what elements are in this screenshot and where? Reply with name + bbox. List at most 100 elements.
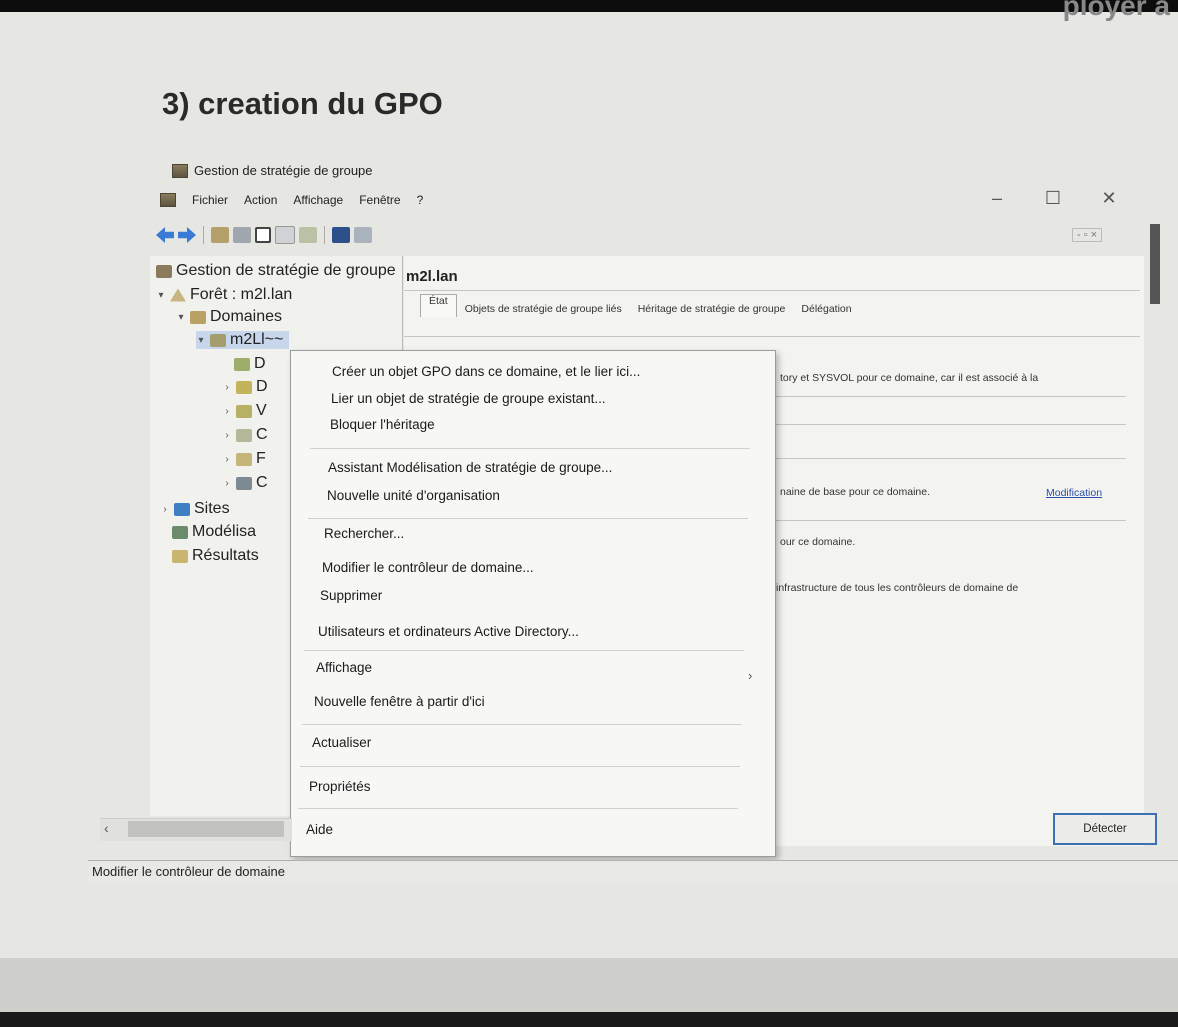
chevron-right-icon[interactable]: › xyxy=(222,478,232,489)
menu-item-link-gpo[interactable]: Lier un objet de stratégie de groupe exi… xyxy=(331,391,606,406)
tab-inheritance[interactable]: Héritage de stratégie de groupe xyxy=(630,300,794,323)
menu-item-view[interactable]: Affichage xyxy=(316,660,372,675)
help-icon[interactable] xyxy=(332,227,350,243)
title-divider xyxy=(404,290,1140,291)
tree-child-label: C xyxy=(256,474,268,491)
section-divider xyxy=(776,424,1126,425)
tree-root[interactable]: Gestion de stratégie de groupe xyxy=(156,262,396,280)
menu-item-properties[interactable]: Propriétés xyxy=(309,779,371,794)
chevron-right-icon[interactable]: › xyxy=(160,504,170,515)
tree-forest-label: Forêt : m2l.lan xyxy=(190,286,293,303)
menu-separator xyxy=(304,650,744,651)
window-title: Gestion de stratégie de groupe xyxy=(172,163,373,178)
chevron-right-icon[interactable]: › xyxy=(222,382,232,393)
minimize-button[interactable]: – xyxy=(985,188,1009,209)
tree-child[interactable]: › C xyxy=(222,426,268,444)
chevron-right-icon[interactable]: › xyxy=(222,430,232,441)
tree-domains[interactable]: ▾ Domaines xyxy=(176,308,282,326)
gpmc-icon xyxy=(156,264,172,278)
tree-modeling[interactable]: Modélisa xyxy=(172,523,256,541)
toolbar-separator xyxy=(324,226,325,244)
tabs-divider xyxy=(404,336,1140,337)
menu-item-modeling-wizard[interactable]: Assistant Modélisation de stratégie de g… xyxy=(328,460,612,475)
bottom-dark-edge xyxy=(0,1012,1178,1027)
back-arrow-icon[interactable] xyxy=(156,227,174,243)
results-icon xyxy=(172,549,188,563)
menu-item-create-gpo[interactable]: Créer un objet GPO dans ce domaine, et l… xyxy=(332,364,640,379)
modeling-icon xyxy=(172,525,188,539)
domain-icon xyxy=(210,333,226,347)
menu-item-new-window[interactable]: Nouvelle fenêtre à partir d'ici xyxy=(314,694,485,709)
baseline-text: naine de base pour ce domaine. xyxy=(780,486,931,498)
desktop-bottom-band xyxy=(0,958,1178,1012)
menu-help[interactable]: ? xyxy=(417,193,424,207)
properties-icon[interactable] xyxy=(275,226,295,244)
tree-child-label: V xyxy=(256,402,267,419)
chevron-down-icon[interactable]: ▾ xyxy=(156,290,166,301)
menu-fenetre[interactable]: Fenêtre xyxy=(359,193,400,207)
menu-item-new-ou[interactable]: Nouvelle unité d'organisation xyxy=(327,488,500,503)
modification-link[interactable]: Modification xyxy=(1046,487,1102,499)
menu-item-change-dc[interactable]: Modifier le contrôleur de domaine... xyxy=(322,560,534,575)
tab-delegation[interactable]: Délégation xyxy=(793,300,859,323)
container-icon xyxy=(236,428,252,442)
menu-item-block-inheritance[interactable]: Bloquer l'héritage xyxy=(330,417,435,432)
menu-affichage[interactable]: Affichage xyxy=(293,193,343,207)
top-black-edge xyxy=(0,0,1178,12)
tree-domain-selected[interactable]: ▾ m2Ll~~ xyxy=(196,331,290,349)
tree-sites[interactable]: › Sites xyxy=(160,500,229,518)
gpmc-app-icon xyxy=(172,163,188,178)
section-divider xyxy=(776,396,1126,397)
menu-separator xyxy=(308,518,748,519)
tree-modeling-label: Modélisa xyxy=(192,523,257,540)
maximize-button[interactable]: ☐ xyxy=(1041,188,1065,209)
menu-item-refresh[interactable]: Actualiser xyxy=(312,735,371,750)
section-divider xyxy=(776,458,1126,459)
menu-separator xyxy=(298,808,738,809)
scroll-thumb[interactable] xyxy=(128,821,284,837)
details-title: m2l.lan xyxy=(406,268,458,285)
tree-child-label: D xyxy=(254,355,266,372)
menu-item-search[interactable]: Rechercher... xyxy=(324,526,404,541)
tree-child[interactable]: › D xyxy=(222,378,268,396)
mdi-controls[interactable]: - ▫ × xyxy=(1072,228,1103,242)
ou-icon xyxy=(236,380,252,394)
domains-icon xyxy=(190,310,206,324)
export-list-icon[interactable] xyxy=(299,227,317,243)
chevron-down-icon[interactable]: ▾ xyxy=(176,312,186,323)
tree-child-label: C xyxy=(256,426,268,443)
tree-child[interactable]: D xyxy=(234,355,266,373)
detect-button[interactable]: Détecter xyxy=(1053,813,1157,845)
close-button[interactable]: ✕ xyxy=(1097,188,1121,209)
tree-child-label: D xyxy=(256,378,268,395)
section-divider xyxy=(776,520,1126,521)
tree-child[interactable]: › V xyxy=(222,402,267,420)
scroll-left-arrow-icon[interactable]: ‹ xyxy=(104,820,109,836)
menu-action[interactable]: Action xyxy=(244,193,277,207)
domain-info-text: our ce domaine. xyxy=(780,536,856,548)
menu-item-delete[interactable]: Supprimer xyxy=(320,588,382,603)
tree-child[interactable]: › F xyxy=(222,450,265,468)
page-scrollbar[interactable] xyxy=(1150,224,1160,304)
new-window-icon[interactable] xyxy=(255,227,271,243)
status-text: Modifier le contrôleur de domaine xyxy=(92,864,285,879)
gpo-link-icon xyxy=(234,357,250,371)
tab-etat[interactable]: État xyxy=(420,294,457,317)
chevron-down-icon[interactable]: ▾ xyxy=(196,335,206,346)
menu-item-help[interactable]: Aide xyxy=(306,822,333,837)
chevron-right-icon[interactable]: › xyxy=(222,454,232,465)
tree-domains-label: Domaines xyxy=(210,308,283,325)
console-view-icon[interactable] xyxy=(354,227,372,243)
tab-linked-gpos[interactable]: Objets de stratégie de groupe liés xyxy=(457,300,630,323)
menu-item-aduc[interactable]: Utilisateurs et ordinateurs Active Direc… xyxy=(318,624,579,639)
tree-results[interactable]: Résultats xyxy=(172,547,259,565)
menu-fichier[interactable]: Fichier xyxy=(192,193,228,207)
chevron-right-icon[interactable]: › xyxy=(222,406,232,417)
menu-separator xyxy=(302,724,742,725)
toolbar-separator xyxy=(203,226,204,244)
forward-arrow-icon[interactable] xyxy=(178,227,196,243)
show-tree-icon[interactable] xyxy=(233,227,251,243)
up-folder-icon[interactable] xyxy=(211,227,229,243)
tree-forest[interactable]: ▾ Forêt : m2l.lan xyxy=(156,286,292,304)
tree-child[interactable]: › C xyxy=(222,474,268,492)
